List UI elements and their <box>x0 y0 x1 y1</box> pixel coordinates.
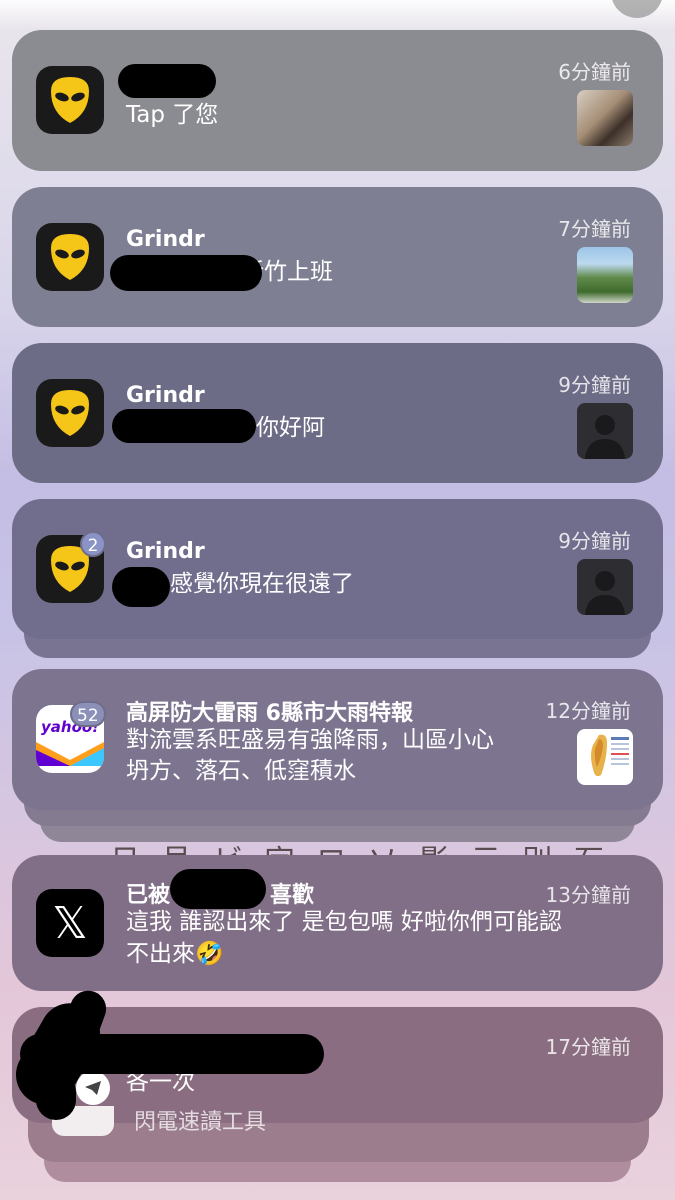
notification-card[interactable]: yahoo! 52 高屏防大雷雨 6縣市大雨特報 對流雲系旺盛易有強降雨，山區小… <box>12 669 663 810</box>
redacted-name <box>112 567 170 607</box>
thumbnail-image <box>577 247 633 303</box>
notification-title: Grindr <box>126 539 205 564</box>
redacted-name <box>110 255 262 291</box>
grindr-mask-icon <box>51 77 89 123</box>
notification-body-line1: 對流雲系旺盛易有強降雨，山區小心 <box>126 727 494 753</box>
redacted-name <box>112 409 256 443</box>
notification-title-suffix: 喜歡 <box>270 883 315 908</box>
notification-card[interactable]: Tap 了您 6分鐘前 <box>12 30 663 171</box>
notification-time: 9分鐘前 <box>558 529 631 553</box>
notification-card[interactable]: Grindr 你好阿 9分鐘前 <box>12 343 663 483</box>
notification-card[interactable]: 𝕏 已被 喜歡 這我 誰認出來了 是包包嗎 好啦你們可能認 不出來🤣 13分鐘前 <box>12 855 663 991</box>
grindr-app-icon <box>36 223 104 291</box>
notification-time: 17分鐘前 <box>545 1035 631 1059</box>
grindr-mask-icon <box>51 390 89 436</box>
redaction-scribble <box>36 1072 76 1120</box>
grindr-app-icon <box>36 66 104 134</box>
yahoo-wave-icon <box>36 742 104 766</box>
notification-card[interactable]: 2 Grindr 感覺你現在很遠了 9分鐘前 <box>12 499 663 639</box>
notification-title: Grindr <box>126 227 205 252</box>
stacked-notification-text: 閃電速讀工具 <box>134 1110 267 1135</box>
avatar-placeholder-icon <box>577 559 633 615</box>
notification-title-prefix: 已被 <box>126 883 171 908</box>
notification-time: 6分鐘前 <box>558 60 631 84</box>
telegram-icon <box>76 1071 110 1105</box>
notification-body: 你好阿 <box>256 415 325 441</box>
notification-body-line2: 坍方、落石、低窪積水 <box>126 758 356 784</box>
notification-time: 13分鐘前 <box>545 883 631 907</box>
unread-badge: 2 <box>80 531 106 557</box>
notification-body: 感覺你現在很遠了 <box>170 571 354 597</box>
status-area <box>0 0 675 30</box>
notification-title: 高屏防大雷雨 6縣市大雨特報 <box>126 701 413 726</box>
weather-map-thumbnail <box>577 729 633 785</box>
x-app-icon: 𝕏 <box>36 889 104 957</box>
x-logo-icon: 𝕏 <box>52 897 88 949</box>
thumbnail-image <box>577 90 633 146</box>
notification-time: 9分鐘前 <box>558 373 631 397</box>
notification-card[interactable]: Grindr 我屏東人在新竹上班 7分鐘前 <box>12 187 663 327</box>
notification-time: 7分鐘前 <box>558 217 631 241</box>
notification-time: 12分鐘前 <box>545 699 631 723</box>
notification-body-line2: 不出來🤣 <box>126 941 224 967</box>
notification-body-line1: 這我 誰認出來了 是包包嗎 好啦你們可能認 <box>126 909 562 935</box>
grindr-app-icon <box>36 379 104 447</box>
avatar-placeholder-icon <box>577 403 633 459</box>
notification-body: Tap 了您 <box>126 102 219 128</box>
grindr-mask-icon <box>51 234 89 280</box>
notification-title: Grindr <box>126 383 205 408</box>
unread-badge: 52 <box>70 701 106 727</box>
redacted-name <box>118 64 216 98</box>
redacted-name <box>170 869 266 909</box>
